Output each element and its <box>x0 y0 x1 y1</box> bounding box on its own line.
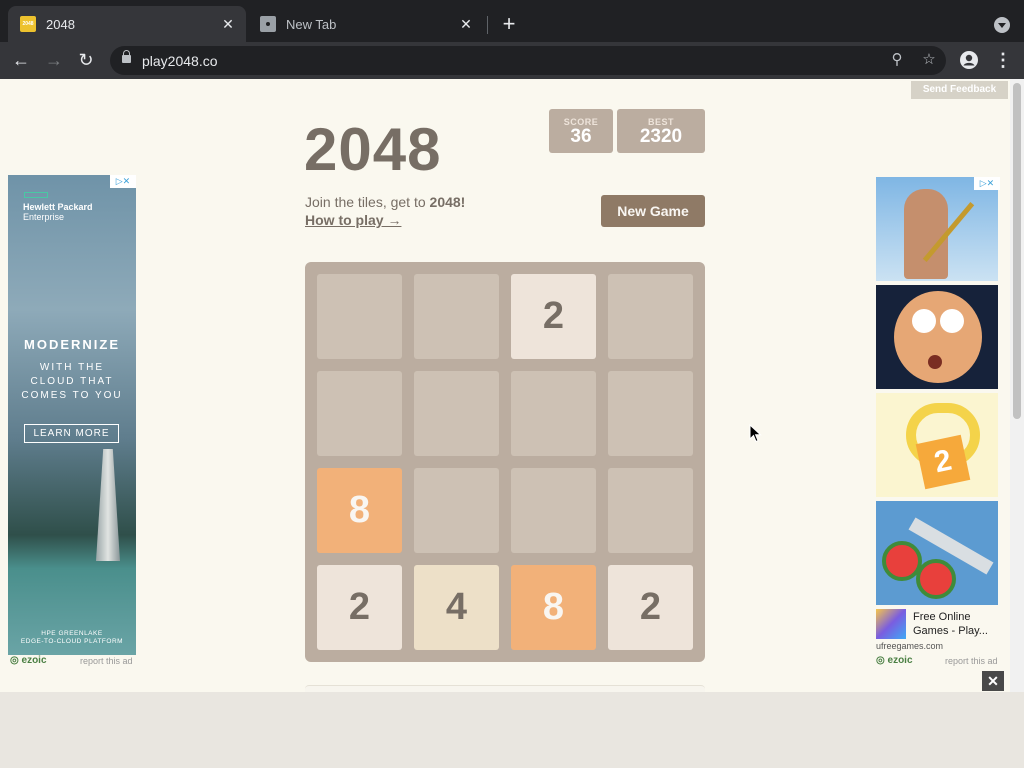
ad-headline: MODERNIZE <box>24 337 120 352</box>
ad-footer: HPE GREENLAKE EDGE-TO-CLOUD PLATFORM <box>8 630 136 646</box>
tab-2048[interactable]: 2048 2048 ✕ <box>8 6 246 42</box>
empty-cell <box>317 274 402 359</box>
address-bar[interactable]: play2048.co ⚲ ☆ <box>110 46 946 75</box>
browser-toolbar: ← → ↻ play2048.co ⚲ ☆ ⋮ <box>0 42 1024 79</box>
best-box: BEST 2320 <box>617 109 705 153</box>
sponsor-title[interactable]: Free Online Games - Play... <box>913 610 1001 638</box>
ad-subline-2: CLOUD THAT <box>30 376 114 387</box>
intro-text: Join the tiles, get to 2048! <box>305 194 465 210</box>
ad-brand: Hewlett Packard <box>23 202 93 212</box>
report-ad-link[interactable]: report this ad <box>945 656 998 666</box>
lighthouse-image <box>96 449 120 561</box>
url-text[interactable]: play2048.co <box>142 53 218 69</box>
game-thumbnail-2[interactable] <box>876 285 998 389</box>
tab-title: 2048 <box>46 16 75 32</box>
tab-title: New Tab <box>286 16 337 32</box>
best-label: BEST <box>647 117 674 127</box>
tab-separator <box>487 16 488 34</box>
empty-cell <box>414 468 499 553</box>
empty-cell <box>414 274 499 359</box>
cube-shape: 2 <box>915 434 971 490</box>
face-mouth <box>928 355 942 369</box>
tile-4: 4 <box>414 565 499 650</box>
cartoon-face <box>894 291 982 383</box>
empty-cell <box>608 468 693 553</box>
ad-footer-1: HPE GREENLAKE <box>41 630 103 637</box>
forward-arrow-icon[interactable]: → <box>42 48 66 72</box>
tile-8: 8 <box>317 468 402 553</box>
close-ad-icon[interactable]: ✕ <box>982 671 1004 691</box>
anchor-ad-bar <box>0 692 1024 768</box>
ad-subline-1: WITH THE <box>39 362 105 373</box>
ad-subline-3: COMES TO YOU <box>21 390 123 401</box>
game-thumbnail-1[interactable] <box>876 177 998 281</box>
empty-cell <box>414 371 499 456</box>
bookmark-star-icon[interactable]: ☆ <box>920 51 938 69</box>
climber-figure <box>904 189 948 279</box>
empty-cell <box>317 371 402 456</box>
sponsor-domain[interactable]: ufreegames.com <box>876 641 943 651</box>
hpe-logo-icon <box>24 192 48 198</box>
learn-more-button[interactable]: LEARN MORE <box>24 424 119 443</box>
tab-new-tab[interactable]: New Tab ✕ <box>248 6 484 42</box>
adchoices-icon[interactable]: ▷✕ <box>110 175 136 188</box>
ezoic-text: ezoic <box>21 655 47 666</box>
reload-icon[interactable]: ↻ <box>74 48 98 72</box>
scrollbar-thumb[interactable] <box>1013 83 1021 419</box>
tile-2: 2 <box>317 565 402 650</box>
ezoic-logo: ◎ ezoic <box>10 655 47 666</box>
back-arrow-icon[interactable]: ← <box>9 48 33 72</box>
report-ad-link[interactable]: report this ad <box>80 656 133 666</box>
face-eye-right <box>940 309 964 333</box>
chrome-icon <box>260 16 276 32</box>
mouse-cursor-icon <box>749 424 762 443</box>
empty-cell <box>511 468 596 553</box>
game-thumbnail-4[interactable] <box>876 501 998 605</box>
ad-footer-2: EDGE-TO-CLOUD PLATFORM <box>20 638 124 645</box>
2048-favicon-icon: 2048 <box>20 16 36 32</box>
tile-2: 2 <box>511 274 596 359</box>
ezoic-logo: ◎ ezoic <box>876 655 913 666</box>
new-game-button[interactable]: New Game <box>601 195 705 227</box>
page-content: Send Feedback 2048 SCORE 36 BEST 2320 Jo… <box>0 79 1024 768</box>
ad-subline: WITH THE CLOUD THAT COMES TO YOU <box>8 361 136 403</box>
game-title: 2048 <box>304 116 442 183</box>
left-ad-banner[interactable]: Hewlett Packard Enterprise MODERNIZE WIT… <box>8 175 136 655</box>
profile-icon[interactable] <box>960 51 978 69</box>
intro-prefix: Join the tiles, get to <box>305 194 430 210</box>
tab-close-icon[interactable]: ✕ <box>458 16 474 32</box>
tile-8: 8 <box>511 565 596 650</box>
game-thumbnail-3[interactable]: 2 <box>876 393 998 497</box>
sponsor-icon[interactable] <box>876 609 906 639</box>
face-eye-left <box>912 309 936 333</box>
intro-goal: 2048! <box>429 194 466 210</box>
new-tab-plus-icon[interactable]: + <box>498 13 520 35</box>
best-value: 2320 <box>639 126 683 147</box>
how-to-play-link[interactable]: How to play → <box>305 212 401 228</box>
game-board[interactable]: 282482 <box>305 262 705 662</box>
empty-cell <box>608 371 693 456</box>
ezoic-text: ezoic <box>887 655 913 666</box>
zoom-search-icon[interactable]: ⚲ <box>888 51 906 69</box>
score-box: SCORE 36 <box>549 109 613 153</box>
ad-brand-sub: Enterprise <box>23 212 65 222</box>
empty-cell <box>608 274 693 359</box>
tab-close-icon[interactable]: ✕ <box>220 16 236 32</box>
browser-tab-strip: 2048 2048 ✕ New Tab ✕ + <box>0 0 1024 42</box>
empty-cell <box>511 371 596 456</box>
watermelon-shape <box>916 559 956 599</box>
tile-2: 2 <box>608 565 693 650</box>
tab-search-icon[interactable] <box>994 17 1010 33</box>
browser-menu-icon[interactable]: ⋮ <box>994 50 1012 70</box>
page-scrollbar[interactable] <box>1010 79 1024 692</box>
adchoices-icon[interactable]: ▷✕ <box>974 177 1000 190</box>
score-value: 36 <box>570 126 592 147</box>
lock-icon[interactable] <box>122 50 131 63</box>
send-feedback-button[interactable]: Send Feedback <box>911 81 1008 99</box>
score-label: SCORE <box>563 117 599 127</box>
